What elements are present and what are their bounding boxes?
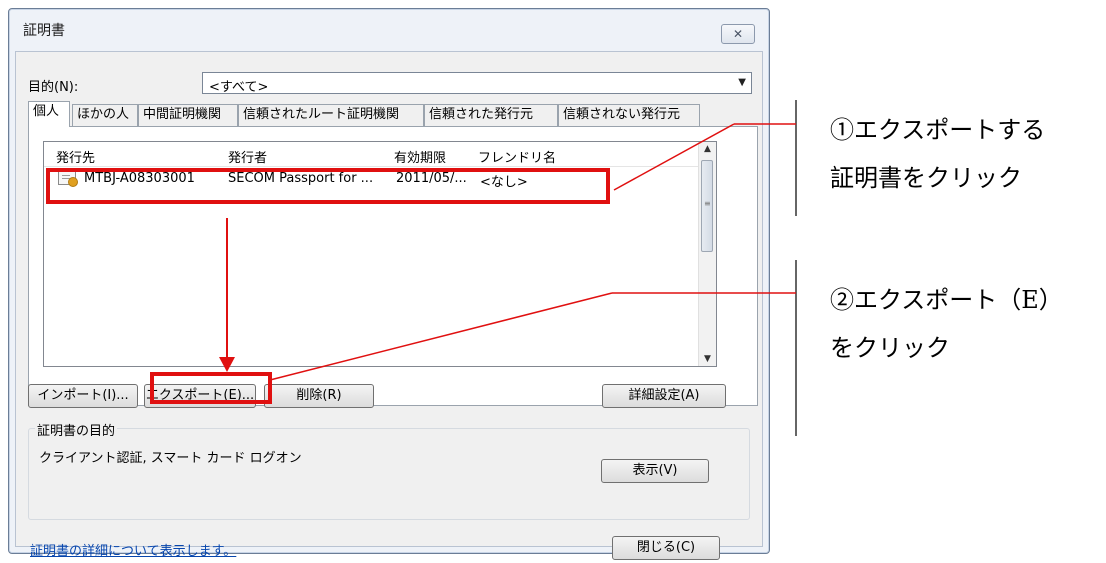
tab-other-people[interactable]: ほかの人 — [72, 104, 138, 126]
cell-issuer: SECOM Passport for ... — [228, 171, 374, 186]
cell-issued-to: MTBJ-A08303001 — [84, 171, 195, 186]
column-friendly-name[interactable]: フレンドリ名 — [478, 147, 556, 166]
certificate-icon — [58, 171, 78, 187]
tab-untrusted-publishers[interactable]: 信頼されない発行元 — [558, 104, 700, 126]
vertical-scrollbar[interactable]: ▲ ≡ ▼ — [698, 142, 716, 366]
certificate-dialog: 証明書 ✕ 目的(N): <すべて> ▼ 個人 ほかの人 中間証明機関 信頼され… — [8, 8, 770, 560]
column-issuer[interactable]: 発行者 — [228, 147, 267, 166]
purpose-label: 目的(N): — [28, 80, 79, 95]
step1-line1: ①エクスポートする — [830, 116, 1046, 144]
scroll-thumb[interactable]: ≡ — [701, 160, 713, 252]
tab-trusted-root-ca[interactable]: 信頼されたルート証明機関 — [238, 104, 424, 126]
delete-button[interactable]: 削除(R) — [264, 384, 374, 408]
step1-line2: 証明書をクリック — [830, 164, 1022, 192]
dialog-body: 目的(N): <すべて> ▼ 個人 ほかの人 中間証明機関 信頼されたルート証明… — [15, 51, 763, 560]
advanced-button[interactable]: 詳細設定(A) — [602, 384, 726, 408]
grip-icon: ≡ — [704, 199, 711, 208]
scroll-down-icon[interactable]: ▼ — [699, 354, 716, 364]
cell-expiration: 2011/05/... — [396, 171, 467, 186]
export-button[interactable]: エクスポート(E)... — [144, 384, 256, 408]
list-header: 発行先 発行者 有効期限 フレンドリ名 — [44, 142, 698, 167]
chevron-down-icon[interactable]: ▼ — [738, 77, 746, 88]
step2-line2: をクリック — [830, 334, 950, 362]
tab-trusted-publishers[interactable]: 信頼された発行元 — [424, 104, 558, 126]
column-expiration[interactable]: 有効期限 — [394, 147, 446, 166]
certificate-list[interactable]: 発行先 発行者 有効期限 フレンドリ名 MTBJ-A08303001 SECOM… — [43, 141, 717, 367]
view-button[interactable]: 表示(V) — [601, 459, 709, 483]
tab-intermediate-ca[interactable]: 中間証明機関 — [138, 104, 238, 126]
certificate-row[interactable]: MTBJ-A08303001 SECOM Passport for ... 20… — [46, 166, 606, 192]
certificate-details-link[interactable]: 証明書の詳細について表示します。 — [30, 540, 236, 559]
scroll-up-icon[interactable]: ▲ — [699, 144, 716, 154]
group-title: 証明書の目的 — [35, 420, 118, 439]
dialog-title: 証明書 — [23, 23, 65, 39]
import-button[interactable]: インポート(I)... — [28, 384, 138, 408]
certificate-purpose-group: 証明書の目的 クライアント認証, スマート カード ログオン 表示(V) — [28, 420, 750, 520]
purpose-dropdown[interactable]: <すべて> ▼ — [202, 72, 752, 95]
close-icon[interactable]: ✕ — [721, 24, 755, 44]
title-bar: 証明書 ✕ — [9, 9, 769, 51]
column-issued-to[interactable]: 発行先 — [56, 147, 95, 166]
cell-friendly-name: <なし> — [480, 175, 528, 190]
close-button[interactable]: 閉じる(C) — [612, 536, 720, 560]
step2-line1: ②エクスポート（E） — [830, 286, 1063, 314]
purpose-text: クライアント認証, スマート カード ログオン — [39, 451, 302, 466]
purpose-value: <すべて> — [209, 80, 269, 95]
tab-panel: 発行先 発行者 有効期限 フレンドリ名 MTBJ-A08303001 SECOM… — [28, 126, 758, 406]
tab-personal[interactable]: 個人 — [28, 101, 70, 127]
